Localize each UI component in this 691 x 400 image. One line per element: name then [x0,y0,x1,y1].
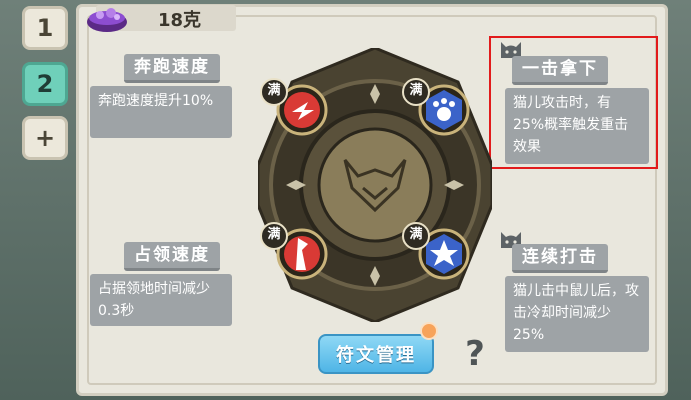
run-speed-title: 奔跑速度 [124,54,220,83]
currency-amount: 18克 [158,10,202,31]
capture-speed-title: 占领速度 [124,242,220,271]
rune-manage-label: 符文管理 [336,345,416,366]
capture-speed-desc: 占据领地时间减少0.3秒 [90,274,232,326]
combo-title: 连续打击 [512,244,608,273]
maxed-badge: 满 [402,222,430,250]
tab-2[interactable]: 2 [22,62,68,106]
maxed-badge: 满 [260,78,288,106]
maxed-badge: 满 [260,222,288,250]
slot-top-right[interactable]: 满 [402,78,470,138]
slot-bottom-left[interactable]: 满 [260,222,328,282]
help-icon[interactable]: ? [460,334,490,374]
notification-dot [420,322,438,340]
tab-add[interactable]: + [22,116,68,160]
slot-top-left[interactable]: 满 [260,78,328,138]
selection-highlight [489,36,658,169]
maxed-badge: 满 [402,78,430,106]
run-speed-desc: 奔跑速度提升10% [90,86,232,138]
tab-2-label: 2 [36,70,54,98]
rune-manage-button[interactable]: 符文管理 [318,334,434,374]
purple-gem-bowl-icon [87,8,127,32]
tab-1-label: 1 [36,14,54,42]
slot-bottom-right[interactable]: 满 [402,222,470,282]
combo-desc: 猫儿击中鼠儿后，攻击冷却时间减少25% [505,276,649,352]
tab-add-label: + [34,124,56,152]
tab-1[interactable]: 1 [22,6,68,50]
